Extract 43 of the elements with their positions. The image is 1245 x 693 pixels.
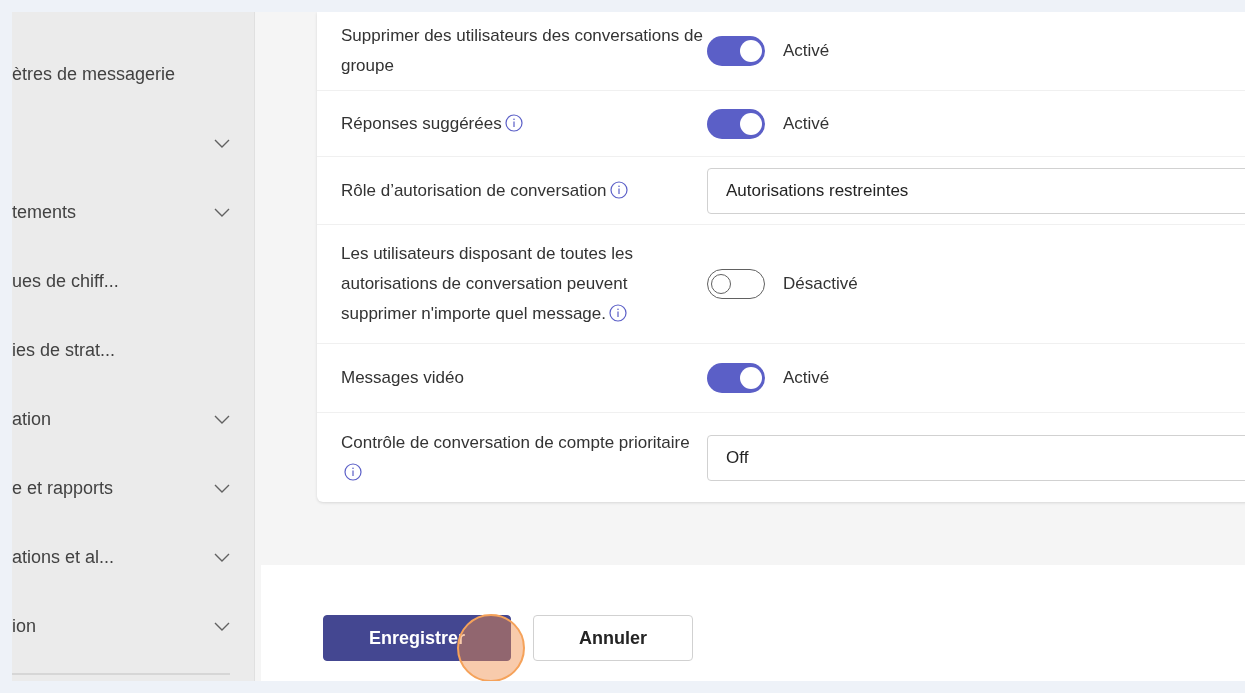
toggle-state-text: Activé: [783, 41, 830, 61]
chevron-down-icon: [214, 484, 230, 493]
sidebar-item[interactable]: e et rapports: [12, 454, 254, 523]
toggle-switch[interactable]: [707, 36, 765, 66]
sidebar-item-label: ations et al...: [12, 547, 115, 568]
sidebar-item[interactable]: tements: [12, 178, 254, 247]
sidebar-item-label: tements: [12, 202, 77, 223]
info-icon: [609, 180, 628, 199]
toggle-switch[interactable]: [707, 108, 765, 139]
sidebar-item[interactable]: ion: [12, 592, 254, 661]
sidebar-item[interactable]: ations et al...: [12, 523, 254, 592]
setting-label: Réponses suggérées: [341, 108, 707, 139]
sidebar-item[interactable]: ies de strat...: [12, 316, 254, 385]
sidebar-item-label: ètres de messagerie: [12, 64, 176, 85]
dropdown-field[interactable]: Off: [707, 434, 1245, 481]
setting-label: Contrôle de conversation de compte prioritaire: [341, 427, 707, 488]
sidebar-item-label: ation: [12, 409, 52, 430]
chevron-down-icon: [214, 622, 230, 631]
sidebar-item-label: ion: [12, 616, 37, 637]
cancel-button[interactable]: Annuler: [533, 615, 693, 661]
toggle-state-text: Activé: [783, 113, 830, 134]
chevron-down-icon: [214, 208, 230, 217]
dropdown-field[interactable]: Autorisations restreintes: [707, 167, 1245, 214]
sidebar-item-label: ies de strat...: [12, 340, 116, 361]
setting-label: Messages vidéo: [341, 367, 465, 389]
info-icon: [344, 462, 362, 481]
info-icon: [609, 304, 627, 322]
setting-label: Les utilisateurs disposant de toutes les autorisations de conversation peuvent supprimer n'importe quel message.: [341, 243, 634, 325]
toggle-state-text: Activé: [783, 368, 830, 388]
sidebar-item[interactable]: ues de chiff...: [12, 247, 254, 316]
info-icon: [504, 113, 523, 132]
sidebar-item[interactable]: ètres de messagerie: [12, 40, 254, 109]
sidebar-item-label: ues de chiff...: [12, 271, 119, 292]
chevron-down-icon: [214, 415, 230, 424]
toggle-state-text: Désactivé: [783, 274, 858, 294]
setting-label: Supprimer des utilisateurs des conversations de groupe: [341, 25, 704, 77]
sidebar-item-label: e et rapports: [12, 478, 114, 499]
chevron-down-icon: [214, 553, 230, 562]
toggle-switch[interactable]: [707, 363, 765, 393]
setting-label: Rôle d’autorisation de conversation: [341, 175, 707, 206]
toggle-switch[interactable]: [707, 269, 765, 299]
sidebar-item[interactable]: ation: [12, 385, 254, 454]
chevron-down-icon: [214, 139, 230, 148]
